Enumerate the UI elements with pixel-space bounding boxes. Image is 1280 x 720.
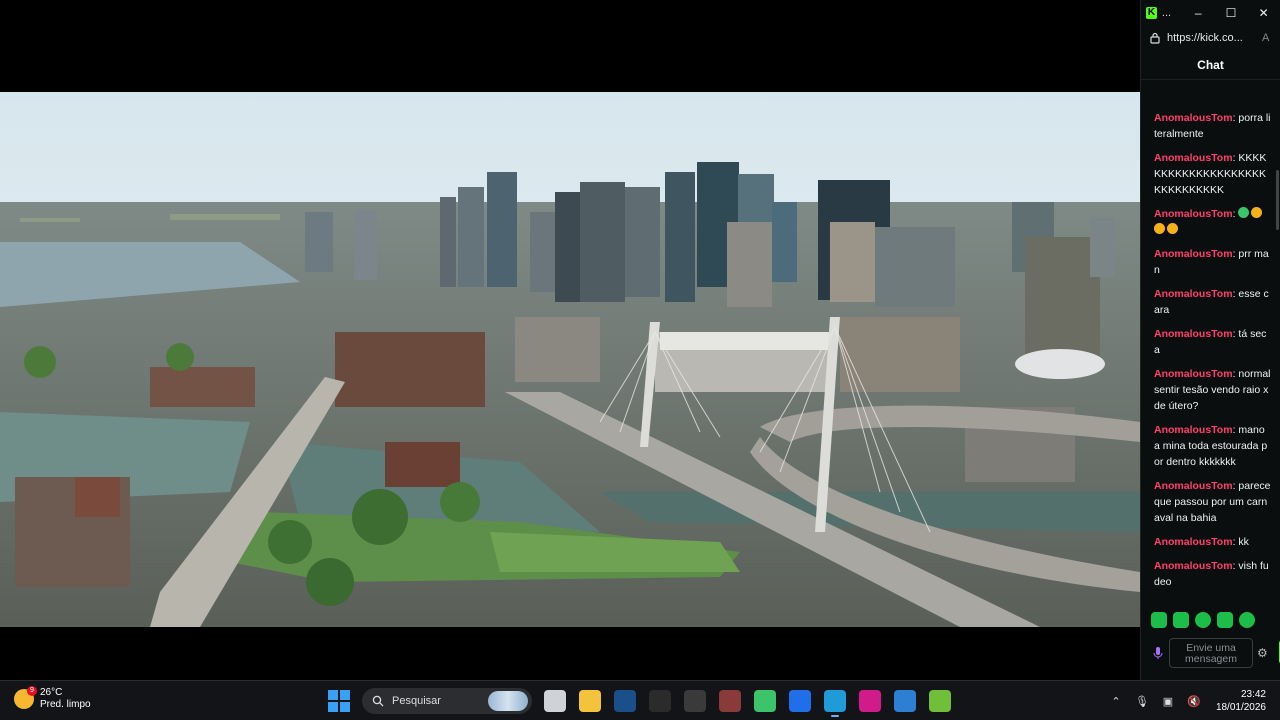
taskbar-apps: Pesquisar	[328, 686, 951, 717]
chat-username[interactable]: AnomalousTom	[1154, 112, 1233, 124]
chat-window: K ... – ☐ ✕ https://kick.co... A Chat An…	[1140, 0, 1280, 680]
emote-icon	[1251, 207, 1263, 218]
microphone-tray-icon[interactable]: 🎙	[1134, 695, 1150, 708]
chat-header: Chat	[1141, 50, 1280, 80]
chat-message-text: kk	[1238, 536, 1249, 548]
chat-username[interactable]: AnomalousTom	[1154, 368, 1233, 380]
emote-icon	[1167, 223, 1178, 234]
chat-message: AnomalousTom: prr man	[1154, 246, 1271, 278]
close-button[interactable]: ✕	[1247, 0, 1280, 25]
chat-message: AnomalousTom: mano a mina toda estourada…	[1154, 422, 1271, 470]
kick-logo-icon: K	[1146, 6, 1157, 19]
task-view-icon[interactable]	[544, 690, 566, 712]
emote-button[interactable]	[1217, 612, 1233, 628]
weather-description: Pred. limpo	[40, 699, 91, 710]
search-placeholder: Pesquisar	[392, 695, 441, 707]
steam-icon[interactable]	[614, 690, 636, 712]
chat-username[interactable]: AnomalousTom	[1154, 248, 1233, 260]
microphone-icon[interactable]	[1151, 645, 1165, 661]
minimize-button[interactable]: –	[1182, 0, 1215, 25]
weather-widget[interactable]: 9 26°C Pred. limpo	[14, 686, 91, 711]
edge-icon[interactable]	[824, 690, 846, 717]
chat-message-list[interactable]: AnomalousTom: porra literalmente Anomalou…	[1141, 80, 1279, 600]
search-icon	[372, 695, 384, 707]
message-input[interactable]: Envie uma mensagem	[1169, 638, 1253, 668]
windows-start-icon[interactable]	[328, 690, 350, 712]
chat-input-row: Envie uma mensagem ⚙	[1147, 636, 1280, 670]
maximize-button[interactable]: ☐	[1215, 0, 1248, 25]
chat-username[interactable]: AnomalousTom	[1154, 152, 1233, 164]
emote-button[interactable]	[1151, 612, 1167, 628]
video-frame[interactable]	[0, 92, 1140, 627]
chat-message: AnomalousTom: esse cara	[1154, 286, 1271, 318]
video-player[interactable]	[0, 0, 1140, 680]
chat-message: AnomalousTom: vish fudeo	[1154, 558, 1271, 590]
weather-temperature: 26°C	[40, 687, 63, 698]
system-tray: ⌃ 🎙 ▣ 🔇 23:42 18/01/2026	[1098, 681, 1266, 720]
emote-button[interactable]	[1195, 612, 1211, 628]
chat-message: AnomalousTom: normal sentir tesão vendo …	[1154, 366, 1271, 414]
emote-bar	[1151, 612, 1255, 628]
chat-message: AnomalousTom: kk	[1154, 534, 1271, 550]
chat-message: AnomalousTom: tá seca	[1154, 326, 1271, 358]
chat-message: AnomalousTom: KKKKKKKKKKKKKKKKKKKKKKKKKK…	[1154, 150, 1271, 198]
window-title: ...	[1161, 6, 1172, 19]
city-aerial-image	[0, 92, 1140, 627]
network-icon[interactable]: ▣	[1160, 695, 1176, 708]
window-title-bar[interactable]: K ... – ☐ ✕	[1141, 0, 1280, 25]
url-text: https://kick.co...	[1167, 31, 1243, 44]
chat-username[interactable]: AnomalousTom	[1154, 328, 1233, 340]
chat-username[interactable]: AnomalousTom	[1154, 288, 1233, 300]
clock[interactable]: 23:42 18/01/2026	[1216, 688, 1266, 714]
search-box[interactable]: Pesquisar	[362, 688, 532, 714]
gear-app-icon[interactable]	[684, 690, 706, 712]
notes-app-icon[interactable]	[859, 690, 881, 712]
url-bar[interactable]: https://kick.co... A	[1141, 25, 1280, 50]
chat-username[interactable]: AnomalousTom	[1154, 208, 1233, 220]
reader-mode-icon[interactable]: A	[1262, 32, 1274, 44]
clock-time: 23:42	[1240, 689, 1266, 700]
chat-username[interactable]: AnomalousTom	[1154, 424, 1233, 436]
file-explorer-icon[interactable]	[579, 690, 601, 712]
sun-icon: 9	[14, 686, 37, 709]
chat-message: AnomalousTom: parece que passou por um c…	[1154, 478, 1271, 526]
emote-button[interactable]	[1173, 612, 1189, 628]
screen: K ... – ☐ ✕ https://kick.co... A Chat An…	[0, 0, 1280, 720]
gear-icon[interactable]: ⚙	[1257, 646, 1268, 660]
chat-scrollbar[interactable]	[1276, 170, 1279, 230]
notification-badge: 9	[27, 686, 37, 696]
messenger-icon[interactable]	[789, 690, 811, 712]
epic-games-icon[interactable]	[649, 690, 671, 712]
photos-icon[interactable]	[894, 690, 916, 712]
volume-muted-icon[interactable]: 🔇	[1186, 695, 1202, 708]
emote-icon	[1238, 207, 1250, 218]
clock-date: 18/01/2026	[1215, 702, 1266, 713]
chat-username[interactable]: AnomalousTom	[1154, 480, 1233, 492]
game-app-icon[interactable]	[719, 690, 741, 712]
lock-icon	[1150, 32, 1160, 44]
chat-username[interactable]: AnomalousTom	[1154, 560, 1233, 572]
emote-icon	[1154, 223, 1165, 234]
taskbar: 9 26°C Pred. limpo Pesquisar ⌃ 🎙 ▣ 🔇 23:…	[0, 680, 1280, 720]
chevron-up-icon[interactable]: ⌃	[1108, 695, 1124, 708]
chat-message: AnomalousTom:	[1154, 206, 1271, 238]
chat-message: AnomalousTom: porra literalmente	[1154, 110, 1271, 142]
chat-username[interactable]: AnomalousTom	[1154, 536, 1233, 548]
android-app-icon[interactable]	[754, 690, 776, 712]
bluestacks-icon[interactable]	[929, 690, 951, 712]
emote-button[interactable]	[1239, 612, 1255, 628]
search-highlight-image	[488, 691, 528, 711]
